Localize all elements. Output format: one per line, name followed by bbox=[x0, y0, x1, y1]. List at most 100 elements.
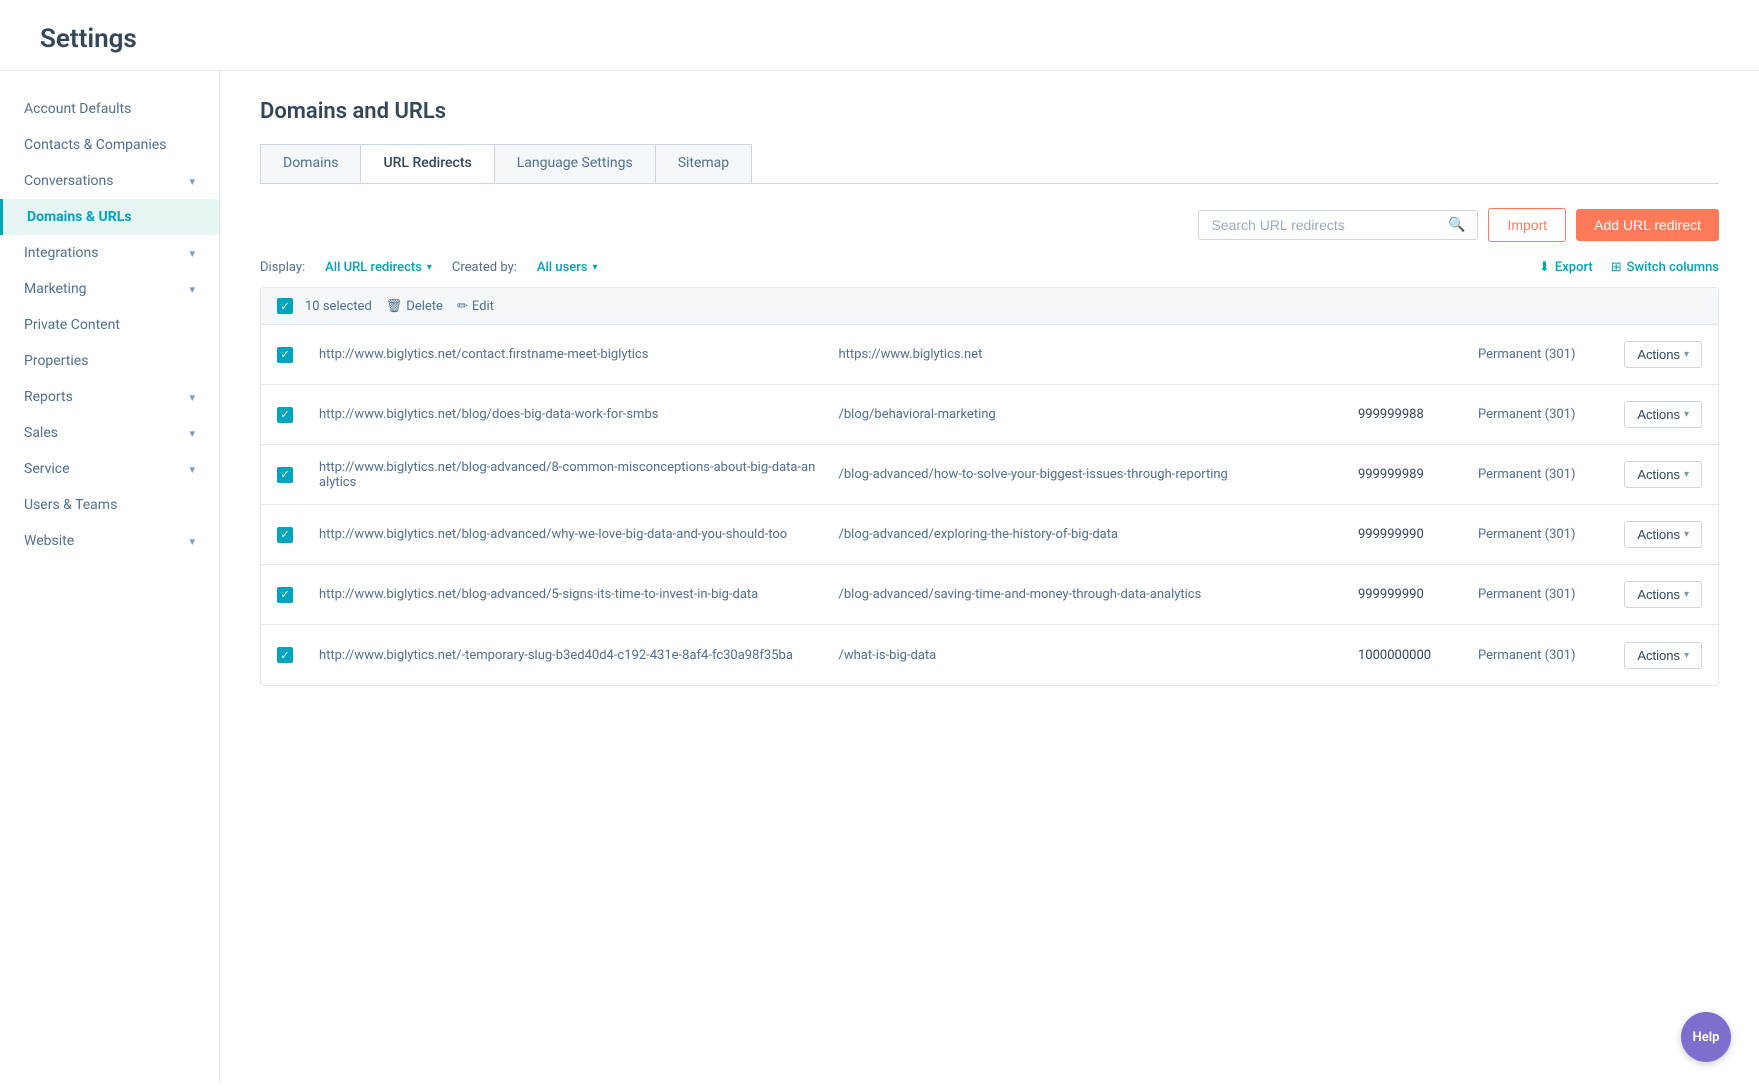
help-button[interactable]: Help bbox=[1681, 1012, 1731, 1062]
destination-url-0: https://www.biglytics.net bbox=[839, 347, 983, 362]
destination-url-5: /what-is-big-data bbox=[839, 648, 937, 663]
page-title: Domains and URLs bbox=[260, 99, 1719, 124]
redirects-table: 10 selected 🗑 Delete ✏ Edit http://www.b… bbox=[260, 287, 1719, 686]
actions-button-1[interactable]: Actions ▾ bbox=[1624, 401, 1702, 428]
table-row: http://www.biglytics.net/-temporary-slug… bbox=[261, 625, 1718, 685]
chevron-down-icon: ▾ bbox=[189, 391, 195, 404]
actions-arrow-icon-1: ▾ bbox=[1684, 409, 1689, 420]
sidebar-item-label-website: Website bbox=[24, 533, 74, 549]
table-rows-container: http://www.biglytics.net/contact.firstna… bbox=[261, 325, 1718, 685]
sidebar-item-marketing[interactable]: Marketing▾ bbox=[0, 271, 219, 307]
toolbar-right: 🔍 Import Add URL redirect bbox=[1198, 208, 1719, 242]
row-checkbox-2[interactable] bbox=[277, 467, 293, 483]
row-checkbox-4[interactable] bbox=[277, 587, 293, 603]
sidebar-item-label-domains-urls: Domains & URLs bbox=[27, 209, 132, 225]
chevron-down-icon: ▾ bbox=[189, 463, 195, 476]
sidebar-item-private-content[interactable]: Private Content bbox=[0, 307, 219, 343]
sidebar-item-label-users-teams: Users & Teams bbox=[24, 497, 117, 513]
sidebar-item-domains-urls[interactable]: Domains & URLs bbox=[0, 199, 219, 235]
sidebar-item-sales[interactable]: Sales▾ bbox=[0, 415, 219, 451]
original-url-5: http://www.biglytics.net/-temporary-slug… bbox=[319, 648, 793, 663]
display-label: Display: bbox=[260, 260, 305, 275]
row-checkbox-3[interactable] bbox=[277, 527, 293, 543]
count-cell-1: 999999988 bbox=[1348, 395, 1468, 434]
sidebar-item-service[interactable]: Service ▾ bbox=[0, 451, 219, 487]
original-url-cell-0: http://www.biglytics.net/contact.firstna… bbox=[309, 335, 829, 374]
sidebar-item-conversations[interactable]: Conversations▾ bbox=[0, 163, 219, 199]
selected-count: 10 selected bbox=[305, 299, 372, 314]
actions-cell-0: Actions ▾ bbox=[1598, 329, 1718, 380]
tabs-container: DomainsURL RedirectsLanguage SettingsSit… bbox=[260, 144, 1719, 184]
row-checkbox-0[interactable] bbox=[277, 347, 293, 363]
created-by-filter-arrow-icon: ▾ bbox=[593, 262, 598, 273]
actions-arrow-icon-4: ▾ bbox=[1684, 589, 1689, 600]
bulk-edit-button[interactable]: ✏ Edit bbox=[457, 299, 494, 314]
sidebar-item-label-service: Service bbox=[24, 461, 70, 477]
actions-button-0[interactable]: Actions ▾ bbox=[1624, 341, 1702, 368]
created-by-filter[interactable]: All users ▾ bbox=[537, 260, 598, 275]
sidebar-item-users-teams[interactable]: Users & Teams bbox=[0, 487, 219, 523]
redirect-type-5: Permanent (301) bbox=[1478, 648, 1576, 663]
redirect-type-4: Permanent (301) bbox=[1478, 587, 1576, 602]
chevron-down-icon: ▾ bbox=[189, 427, 195, 440]
sidebar-item-website[interactable]: Website▾ bbox=[0, 523, 219, 559]
export-icon: ⬇ bbox=[1539, 260, 1550, 275]
import-button[interactable]: Import bbox=[1488, 208, 1566, 242]
redirect-count-2: 999999989 bbox=[1358, 467, 1424, 482]
tab-sitemap[interactable]: Sitemap bbox=[655, 144, 752, 183]
actions-button-2[interactable]: Actions ▾ bbox=[1624, 461, 1702, 488]
bulk-actions: 10 selected 🗑 Delete ✏ Edit bbox=[305, 299, 494, 314]
search-icon[interactable]: 🔍 bbox=[1448, 217, 1465, 233]
tab-url-redirects[interactable]: URL Redirects bbox=[360, 144, 494, 183]
tab-language-settings[interactable]: Language Settings bbox=[494, 144, 656, 183]
actions-label-1: Actions bbox=[1637, 407, 1680, 422]
redirect-count-3: 999999990 bbox=[1358, 527, 1424, 542]
sidebar-item-reports[interactable]: Reports▾ bbox=[0, 379, 219, 415]
sidebar-item-contacts-companies[interactable]: Contacts & Companies bbox=[0, 127, 219, 163]
created-by-label: Created by: bbox=[452, 260, 517, 275]
row-checkbox-1[interactable] bbox=[277, 407, 293, 423]
sidebar-item-integrations[interactable]: Integrations▾ bbox=[0, 235, 219, 271]
switch-columns-button[interactable]: ⊞ Switch columns bbox=[1611, 260, 1719, 275]
original-url-4: http://www.biglytics.net/blog-advanced/5… bbox=[319, 587, 758, 602]
select-all-checkbox[interactable] bbox=[277, 298, 293, 314]
original-url-1: http://www.biglytics.net/blog/does-big-d… bbox=[319, 407, 658, 422]
original-url-cell-4: http://www.biglytics.net/blog-advanced/5… bbox=[309, 575, 829, 614]
edit-icon: ✏ bbox=[457, 299, 468, 314]
chevron-down-icon: ▾ bbox=[189, 175, 195, 188]
redirect-type-0: Permanent (301) bbox=[1478, 347, 1576, 362]
bulk-delete-button[interactable]: 🗑 Delete bbox=[386, 299, 443, 314]
actions-cell-1: Actions ▾ bbox=[1598, 389, 1718, 440]
table-row: http://www.biglytics.net/blog-advanced/8… bbox=[261, 445, 1718, 505]
actions-arrow-icon-3: ▾ bbox=[1684, 529, 1689, 540]
actions-button-3[interactable]: Actions ▾ bbox=[1624, 521, 1702, 548]
page-header-title: Settings bbox=[40, 24, 1719, 54]
count-cell-4: 999999990 bbox=[1348, 575, 1468, 614]
sidebar-item-properties[interactable]: Properties bbox=[0, 343, 219, 379]
destination-url-2: /blog-advanced/how-to-solve-your-biggest… bbox=[839, 467, 1228, 482]
actions-cell-3: Actions ▾ bbox=[1598, 509, 1718, 560]
original-url-2: http://www.biglytics.net/blog-advanced/8… bbox=[319, 460, 815, 490]
sidebar-item-account-defaults[interactable]: Account Defaults bbox=[0, 91, 219, 127]
count-cell-2: 999999989 bbox=[1348, 455, 1468, 494]
sidebar-item-label-private-content: Private Content bbox=[24, 317, 120, 333]
actions-button-4[interactable]: Actions ▾ bbox=[1624, 581, 1702, 608]
export-button[interactable]: ⬇ Export bbox=[1539, 260, 1593, 275]
actions-arrow-icon-5: ▾ bbox=[1684, 650, 1689, 661]
actions-button-5[interactable]: Actions ▾ bbox=[1624, 642, 1702, 669]
tab-domains[interactable]: Domains bbox=[260, 144, 361, 183]
add-redirect-button[interactable]: Add URL redirect bbox=[1576, 209, 1719, 241]
redirect-type-3: Permanent (301) bbox=[1478, 527, 1576, 542]
table-row: http://www.biglytics.net/blog/does-big-d… bbox=[261, 385, 1718, 445]
actions-label-2: Actions bbox=[1637, 467, 1680, 482]
display-filter[interactable]: All URL redirects ▾ bbox=[325, 260, 432, 275]
type-cell-2: Permanent (301) bbox=[1468, 455, 1598, 494]
search-input[interactable] bbox=[1211, 217, 1448, 233]
row-checkbox-5[interactable] bbox=[277, 647, 293, 663]
type-cell-1: Permanent (301) bbox=[1468, 395, 1598, 434]
count-cell-0 bbox=[1348, 343, 1468, 367]
main-content: Domains and URLs DomainsURL RedirectsLan… bbox=[220, 71, 1759, 1081]
type-cell-5: Permanent (301) bbox=[1468, 636, 1598, 675]
actions-label-3: Actions bbox=[1637, 527, 1680, 542]
filters-row: Display: All URL redirects ▾ Created by:… bbox=[260, 260, 1719, 275]
